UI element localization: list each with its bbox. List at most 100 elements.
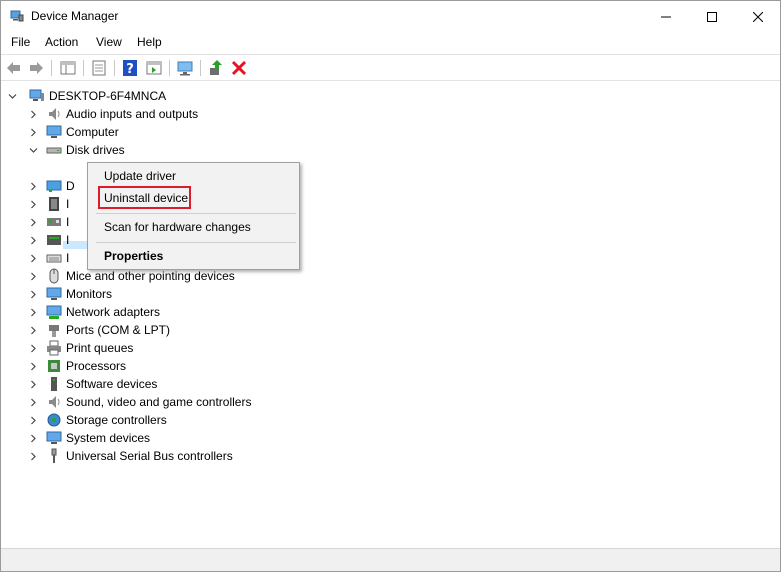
tree-item-label: Ports (COM & LPT) bbox=[66, 323, 171, 337]
tree-item-obscured-5[interactable]: I bbox=[29, 249, 69, 267]
speaker-icon bbox=[49, 396, 60, 408]
maximize-button[interactable] bbox=[689, 1, 735, 32]
close-icon bbox=[753, 11, 763, 22]
tree-item-processors[interactable]: Processors bbox=[29, 357, 126, 375]
tree-item-software-devices[interactable]: Software devices bbox=[29, 375, 157, 393]
tree-item-disk-drives[interactable]: Disk drives bbox=[29, 141, 125, 159]
chevron-right-icon[interactable] bbox=[29, 218, 38, 227]
display-adapter-icon bbox=[46, 180, 62, 192]
computer-icon bbox=[29, 89, 44, 101]
monitor-icon bbox=[46, 287, 62, 300]
tree-item-obscured-3[interactable]: I bbox=[29, 213, 69, 231]
tree-item-usb-controllers[interactable]: Universal Serial Bus controllers bbox=[29, 447, 233, 465]
keyboard-icon bbox=[46, 254, 62, 263]
minimize-button[interactable] bbox=[643, 1, 689, 32]
system-device-icon bbox=[46, 431, 62, 444]
tree-item-label: Sound, video and game controllers bbox=[66, 395, 252, 409]
tree-item-print-queues[interactable]: Print queues bbox=[29, 339, 133, 357]
tree-item-network-adapters[interactable]: Network adapters bbox=[29, 303, 160, 321]
show-hide-console-tree-icon[interactable] bbox=[59, 59, 77, 77]
tree-item-obscured-1[interactable]: D bbox=[29, 177, 75, 195]
chevron-right-icon[interactable] bbox=[29, 326, 38, 335]
speaker-icon bbox=[49, 108, 60, 120]
tree-item-system-devices[interactable]: System devices bbox=[29, 429, 150, 447]
tree-root[interactable]: DESKTOP-6F4MNCA bbox=[8, 87, 166, 105]
tree-item-label: Computer bbox=[66, 125, 119, 139]
chevron-right-icon[interactable] bbox=[29, 236, 38, 245]
chevron-right-icon[interactable] bbox=[29, 290, 38, 299]
device-manager-window: Device Manager File Action View Help ? D… bbox=[0, 0, 781, 572]
chevron-right-icon[interactable] bbox=[29, 272, 38, 281]
chevron-right-icon[interactable] bbox=[29, 362, 38, 371]
menu-bar: File Action View Help bbox=[1, 32, 780, 54]
menu-action[interactable]: Action bbox=[45, 35, 78, 49]
menu-view[interactable]: View bbox=[96, 35, 122, 49]
tree-item-ports[interactable]: Ports (COM & LPT) bbox=[29, 321, 170, 339]
tree-item-partial-label: I bbox=[66, 215, 70, 229]
menu-file[interactable]: File bbox=[11, 35, 30, 49]
tree-item-label: Processors bbox=[66, 359, 127, 373]
tree-root-label: DESKTOP-6F4MNCA bbox=[49, 89, 167, 103]
chevron-down-icon[interactable] bbox=[29, 146, 38, 155]
chevron-right-icon[interactable] bbox=[29, 434, 38, 443]
mouse-icon bbox=[49, 268, 59, 284]
tree-item-monitors[interactable]: Monitors bbox=[29, 285, 112, 303]
chevron-right-icon[interactable] bbox=[29, 452, 38, 461]
device-tree: DESKTOP-6F4MNCA Audio inputs and outputs… bbox=[1, 83, 780, 546]
tree-item-partial-label: I bbox=[66, 251, 70, 265]
port-icon bbox=[49, 325, 59, 337]
close-button[interactable] bbox=[735, 1, 781, 32]
uninstall-device-icon[interactable] bbox=[230, 59, 248, 77]
chevron-right-icon[interactable] bbox=[29, 110, 38, 119]
context-menu: Update driver Uninstall device Scan for … bbox=[87, 162, 300, 270]
firmware-icon bbox=[49, 197, 59, 211]
scan-hardware-changes-icon[interactable] bbox=[176, 59, 194, 77]
tree-item-storage-controllers[interactable]: Storage controllers bbox=[29, 411, 167, 429]
tree-item-obscured-2[interactable]: I bbox=[29, 195, 69, 213]
minimize-icon bbox=[661, 16, 671, 17]
menu-item-update-driver[interactable]: Update driver bbox=[89, 165, 298, 187]
title-bar[interactable]: Device Manager bbox=[1, 1, 780, 32]
menu-item-label: Scan for hardware changes bbox=[104, 220, 251, 234]
chevron-right-icon[interactable] bbox=[29, 344, 38, 353]
tree-item-label: Monitors bbox=[66, 287, 113, 301]
usb-icon bbox=[51, 448, 57, 463]
tree-item-partial-label: I bbox=[66, 233, 70, 247]
chevron-right-icon[interactable] bbox=[29, 182, 38, 191]
uninstall-highlight-box bbox=[98, 186, 191, 209]
chevron-right-icon[interactable] bbox=[29, 254, 38, 263]
forward-arrow-icon[interactable] bbox=[27, 59, 45, 77]
help-icon[interactable]: ? bbox=[121, 59, 139, 77]
chevron-right-icon[interactable] bbox=[29, 128, 38, 137]
disk-drive-icon bbox=[46, 147, 62, 154]
tree-item-label: Software devices bbox=[66, 377, 158, 391]
chevron-right-icon[interactable] bbox=[29, 380, 38, 389]
chevron-right-icon[interactable] bbox=[29, 200, 38, 209]
menu-help[interactable]: Help bbox=[137, 35, 162, 49]
chevron-right-icon[interactable] bbox=[29, 416, 38, 425]
update-driver-icon[interactable] bbox=[207, 59, 225, 77]
action-pane-icon[interactable] bbox=[145, 59, 163, 77]
tree-item-partial-label: I bbox=[66, 197, 70, 211]
status-bar bbox=[1, 548, 780, 571]
tree-item-audio[interactable]: Audio inputs and outputs bbox=[29, 105, 198, 123]
tree-item-label: Mice and other pointing devices bbox=[66, 269, 235, 283]
tree-item-obscured-4[interactable]: I bbox=[29, 231, 69, 249]
tree-item-computer[interactable]: Computer bbox=[29, 123, 119, 141]
tree-item-label: Storage controllers bbox=[66, 413, 167, 427]
network-adapter-icon bbox=[46, 305, 62, 319]
menu-item-properties[interactable]: Properties bbox=[89, 245, 298, 267]
chevron-right-icon[interactable] bbox=[29, 308, 38, 317]
menu-item-scan-hardware[interactable]: Scan for hardware changes bbox=[89, 216, 298, 238]
properties-sheet-icon[interactable] bbox=[90, 59, 108, 77]
printer-icon bbox=[47, 340, 61, 356]
tree-item-sound-video[interactable]: Sound, video and game controllers bbox=[29, 393, 251, 411]
chevron-down-icon[interactable] bbox=[8, 92, 17, 101]
ide-controller-icon bbox=[47, 235, 61, 245]
back-arrow-icon[interactable] bbox=[5, 59, 23, 77]
tree-item-label: Universal Serial Bus controllers bbox=[66, 449, 233, 463]
tree-item-label: System devices bbox=[66, 431, 151, 445]
tree-item-label: Network adapters bbox=[66, 305, 161, 319]
chevron-right-icon[interactable] bbox=[29, 398, 38, 407]
tree-item-label: Disk drives bbox=[66, 143, 125, 157]
